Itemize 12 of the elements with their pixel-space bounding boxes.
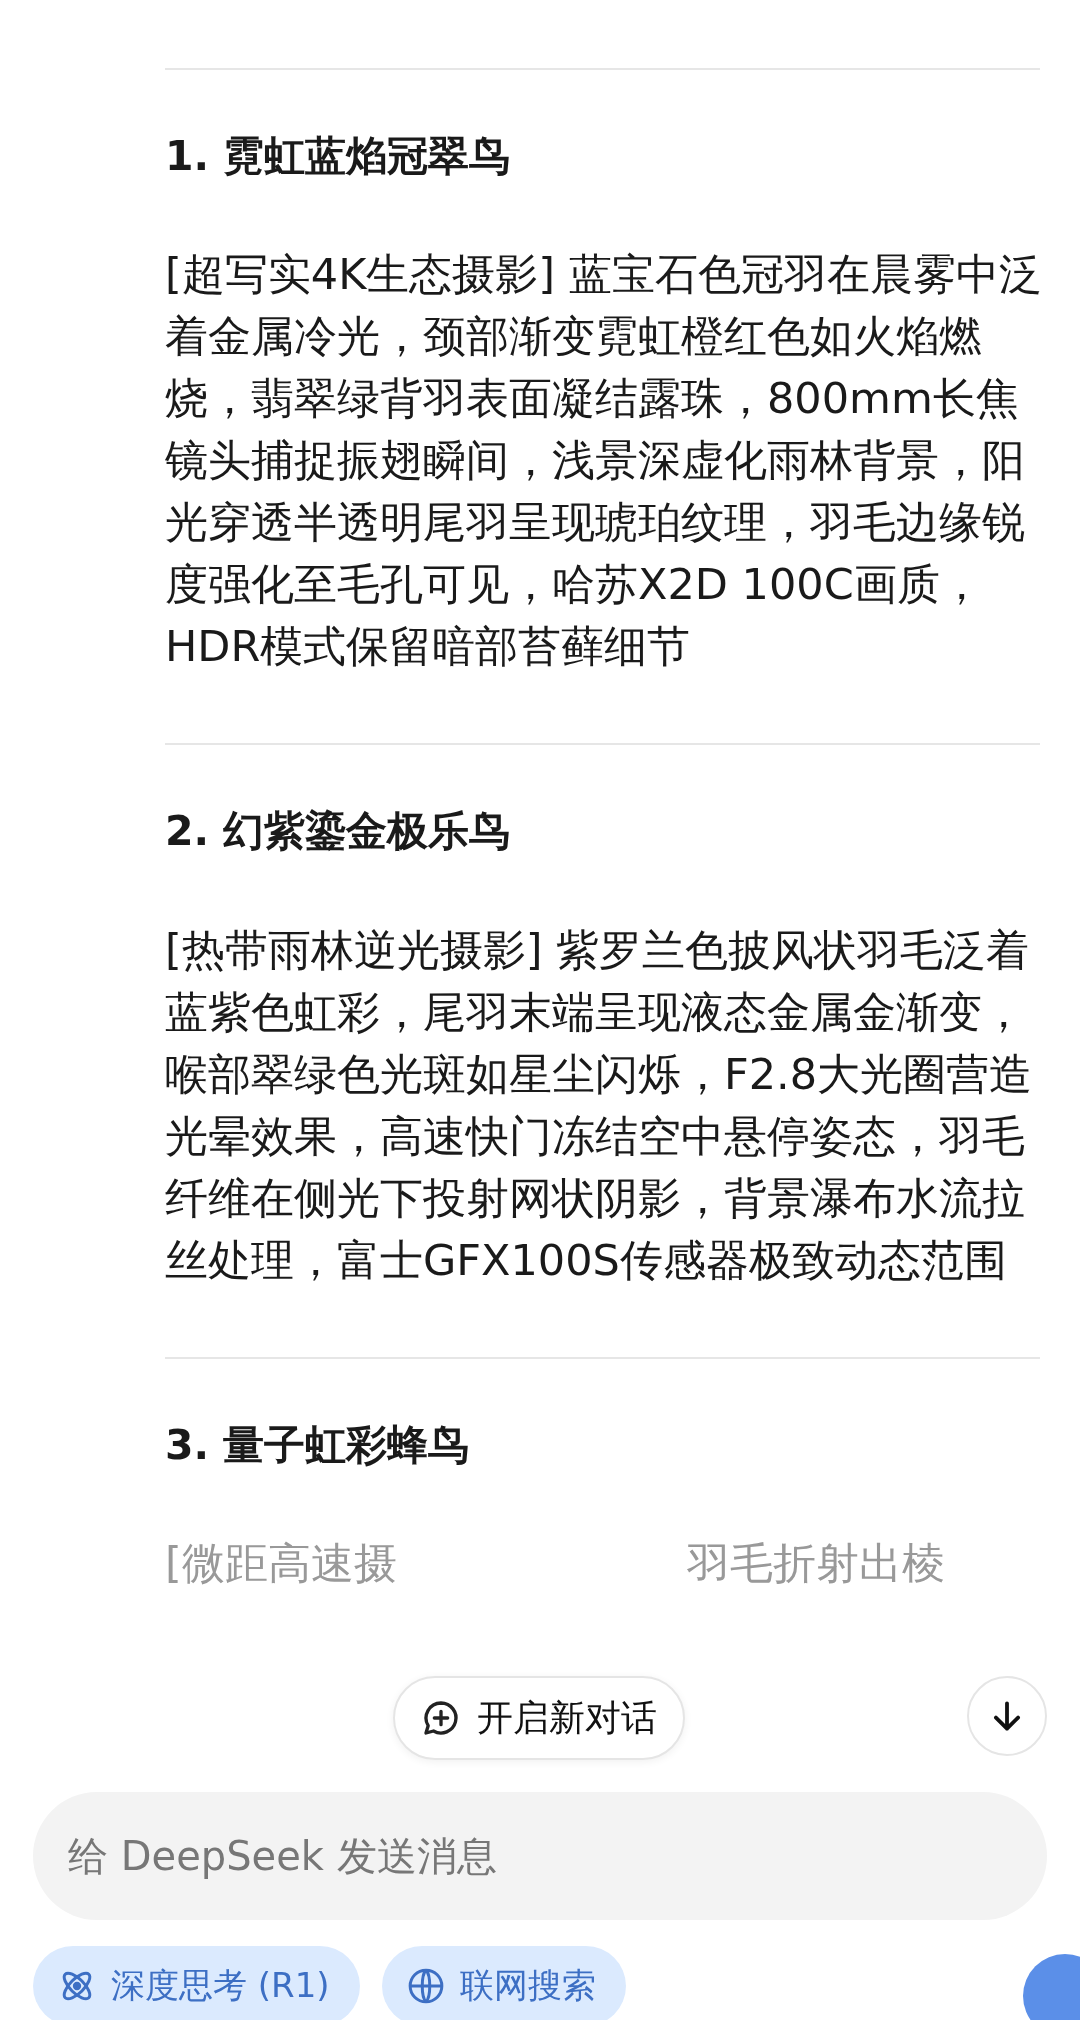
section-heading: 1. 霓虹蓝焰冠翠鸟 [165, 131, 512, 182]
prompt-paragraph-fragment: 羽毛折射出棱 [686, 1536, 945, 1590]
mode-toggle[interactable]: 深度思考 (R1) [33, 1946, 360, 2020]
mode-toggle[interactable]: 联网搜索 [381, 1946, 626, 2020]
prompt-paragraph-fragment: [微距高速摄 [165, 1536, 397, 1590]
chat-plus-icon [421, 1698, 461, 1738]
prompt-paragraph: [热带雨林逆光摄影] 紫罗兰色披风状羽毛泛着蓝紫色虹彩，尾羽末端呈现液态金属金渐变，喉部翠绿色光斑如星尘闪烁，F2.8大光圈营造光晕效果，高速快门冻结空中悬停姿态，羽毛纤维在侧光下投射网状阴影，背景瀑布水流拉丝处理，富士GFX100S传感器极致动态范围 [165, 923, 1034, 1287]
section-heading: 2. 幻紫鎏金极乐鸟 [165, 806, 512, 858]
prompt-paragraph: [超写实4K生态摄影] 蓝宝石色冠羽在晨雾中泛着金属冷光，颈部渐变霓虹橙红色如火焰燃烧，翡翠绿背羽表面凝结露珠，800mm长焦镜头捕捉振翅瞬间，浅景深虚化雨林背景，阳光穿透半透明尾羽呈现琥珀纹理，羽毛边缘锐度强化至毛孔可见，哈苏X2D 100C画质，HDR模式保留暗部苔藓细节 [165, 248, 1043, 674]
message-input[interactable]: 给 DeepSeek 发送消息 [33, 1792, 1047, 1920]
new-chat-button[interactable]: 开启新对话 [393, 1676, 685, 1760]
section-heading: 3. 量子虹彩蜂鸟 [165, 1419, 471, 1471]
